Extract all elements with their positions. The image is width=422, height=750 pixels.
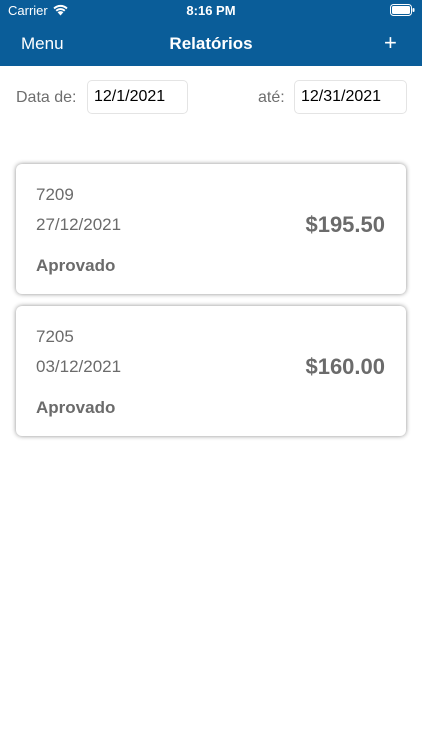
navigation-bar: Menu Relatórios + [0,22,422,66]
report-date: 27/12/2021 [36,215,122,234]
status-time: 8:16 PM [186,3,236,18]
report-card[interactable]: 7209 27/12/2021 $195.50 Aprovado [16,164,406,294]
battery-icon [390,4,415,16]
date-filter: Data de: até: [0,80,422,116]
report-id: 7209 [36,185,74,204]
header-bar: Carrier 8:16 PM Menu Relatórios + [0,0,422,66]
add-report-button[interactable]: + [384,30,397,56]
date-from-label: Data de: [16,89,77,106]
report-status: Aprovado [36,398,116,417]
report-id: 7205 [36,327,74,346]
report-amount: $160.00 [305,354,385,379]
date-to-label: até: [258,89,285,106]
status-bar: Carrier 8:16 PM [0,0,422,22]
report-status: Aprovado [36,256,116,275]
date-to-input[interactable] [294,80,407,114]
report-date: 03/12/2021 [36,357,122,376]
page-title: Relatórios [169,34,253,53]
report-card[interactable]: 7205 03/12/2021 $160.00 Aprovado [16,306,406,436]
date-from-input[interactable] [87,80,188,114]
report-amount: $195.50 [305,212,385,237]
